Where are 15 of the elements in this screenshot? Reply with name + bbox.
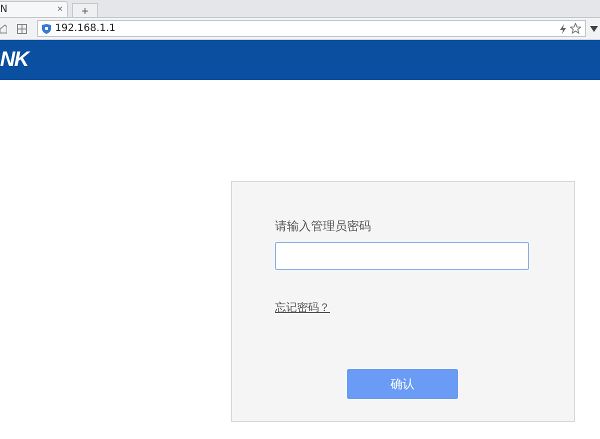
forgot-password-link[interactable]: 忘记密码？ xyxy=(275,300,330,315)
password-field[interactable] xyxy=(275,242,529,270)
address-field[interactable]: 192.168.1.1 xyxy=(37,20,586,37)
grid-icon[interactable] xyxy=(17,24,27,34)
password-label: 请输入管理员密码 xyxy=(275,218,372,235)
star-icon[interactable] xyxy=(570,23,581,34)
logo: NK xyxy=(0,48,32,72)
home-icon[interactable] xyxy=(0,24,7,34)
shield-icon xyxy=(42,24,51,34)
close-button[interactable]: × xyxy=(57,4,63,15)
new-tab-button[interactable]: + xyxy=(72,3,98,17)
dropdown-icon[interactable] xyxy=(590,26,598,32)
tab-title: N xyxy=(0,4,8,15)
lightning-icon[interactable] xyxy=(560,24,566,34)
browser-tab[interactable]: N × xyxy=(0,1,68,17)
